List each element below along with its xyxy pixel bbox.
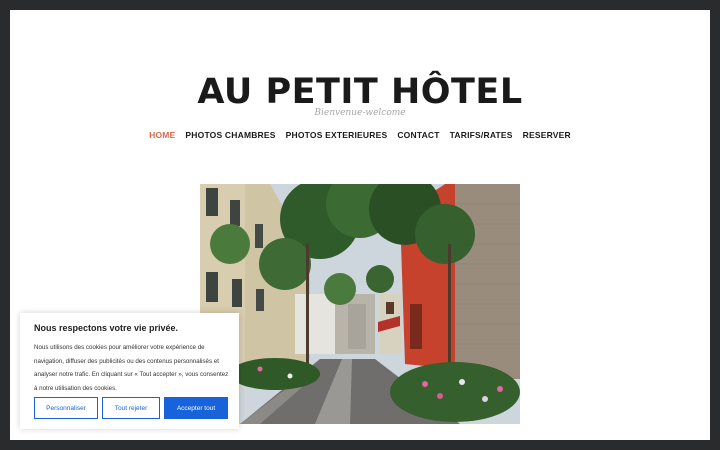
nav-item-reserver[interactable]: RESERVER	[523, 130, 571, 140]
cookie-consent-banner: Nous respectons votre vie privée. Nous u…	[20, 313, 239, 429]
hero-street-photo	[200, 184, 520, 424]
nav-item-home[interactable]: HOME	[149, 130, 175, 140]
customize-button[interactable]: Personnaliser	[34, 397, 98, 419]
cookie-banner-actions: Personnaliser Tout rejeter Accepter tout	[34, 397, 228, 419]
main-nav: HOME PHOTOS CHAMBRES PHOTOS EXTERIEURES …	[10, 130, 710, 140]
nav-item-contact[interactable]: CONTACT	[397, 130, 439, 140]
accept-all-button[interactable]: Accepter tout	[164, 397, 228, 419]
nav-item-tarifs-rates[interactable]: TARIFS/RATES	[450, 130, 513, 140]
nav-item-photos-exterieures[interactable]: PHOTOS EXTERIEURES	[286, 130, 388, 140]
cookie-banner-text: Nous utilisons des cookies pour améliore…	[34, 344, 229, 392]
cookie-banner-title: Nous respectons votre vie privée.	[34, 323, 179, 333]
nav-item-photos-chambres[interactable]: PHOTOS CHAMBRES	[185, 130, 275, 140]
reject-all-button[interactable]: Tout rejeter	[102, 397, 160, 419]
site-tagline: Bienvenue-welcome	[314, 108, 406, 118]
page: AU PETIT HÔTEL Bienvenue-welcome HOME PH…	[10, 10, 710, 440]
